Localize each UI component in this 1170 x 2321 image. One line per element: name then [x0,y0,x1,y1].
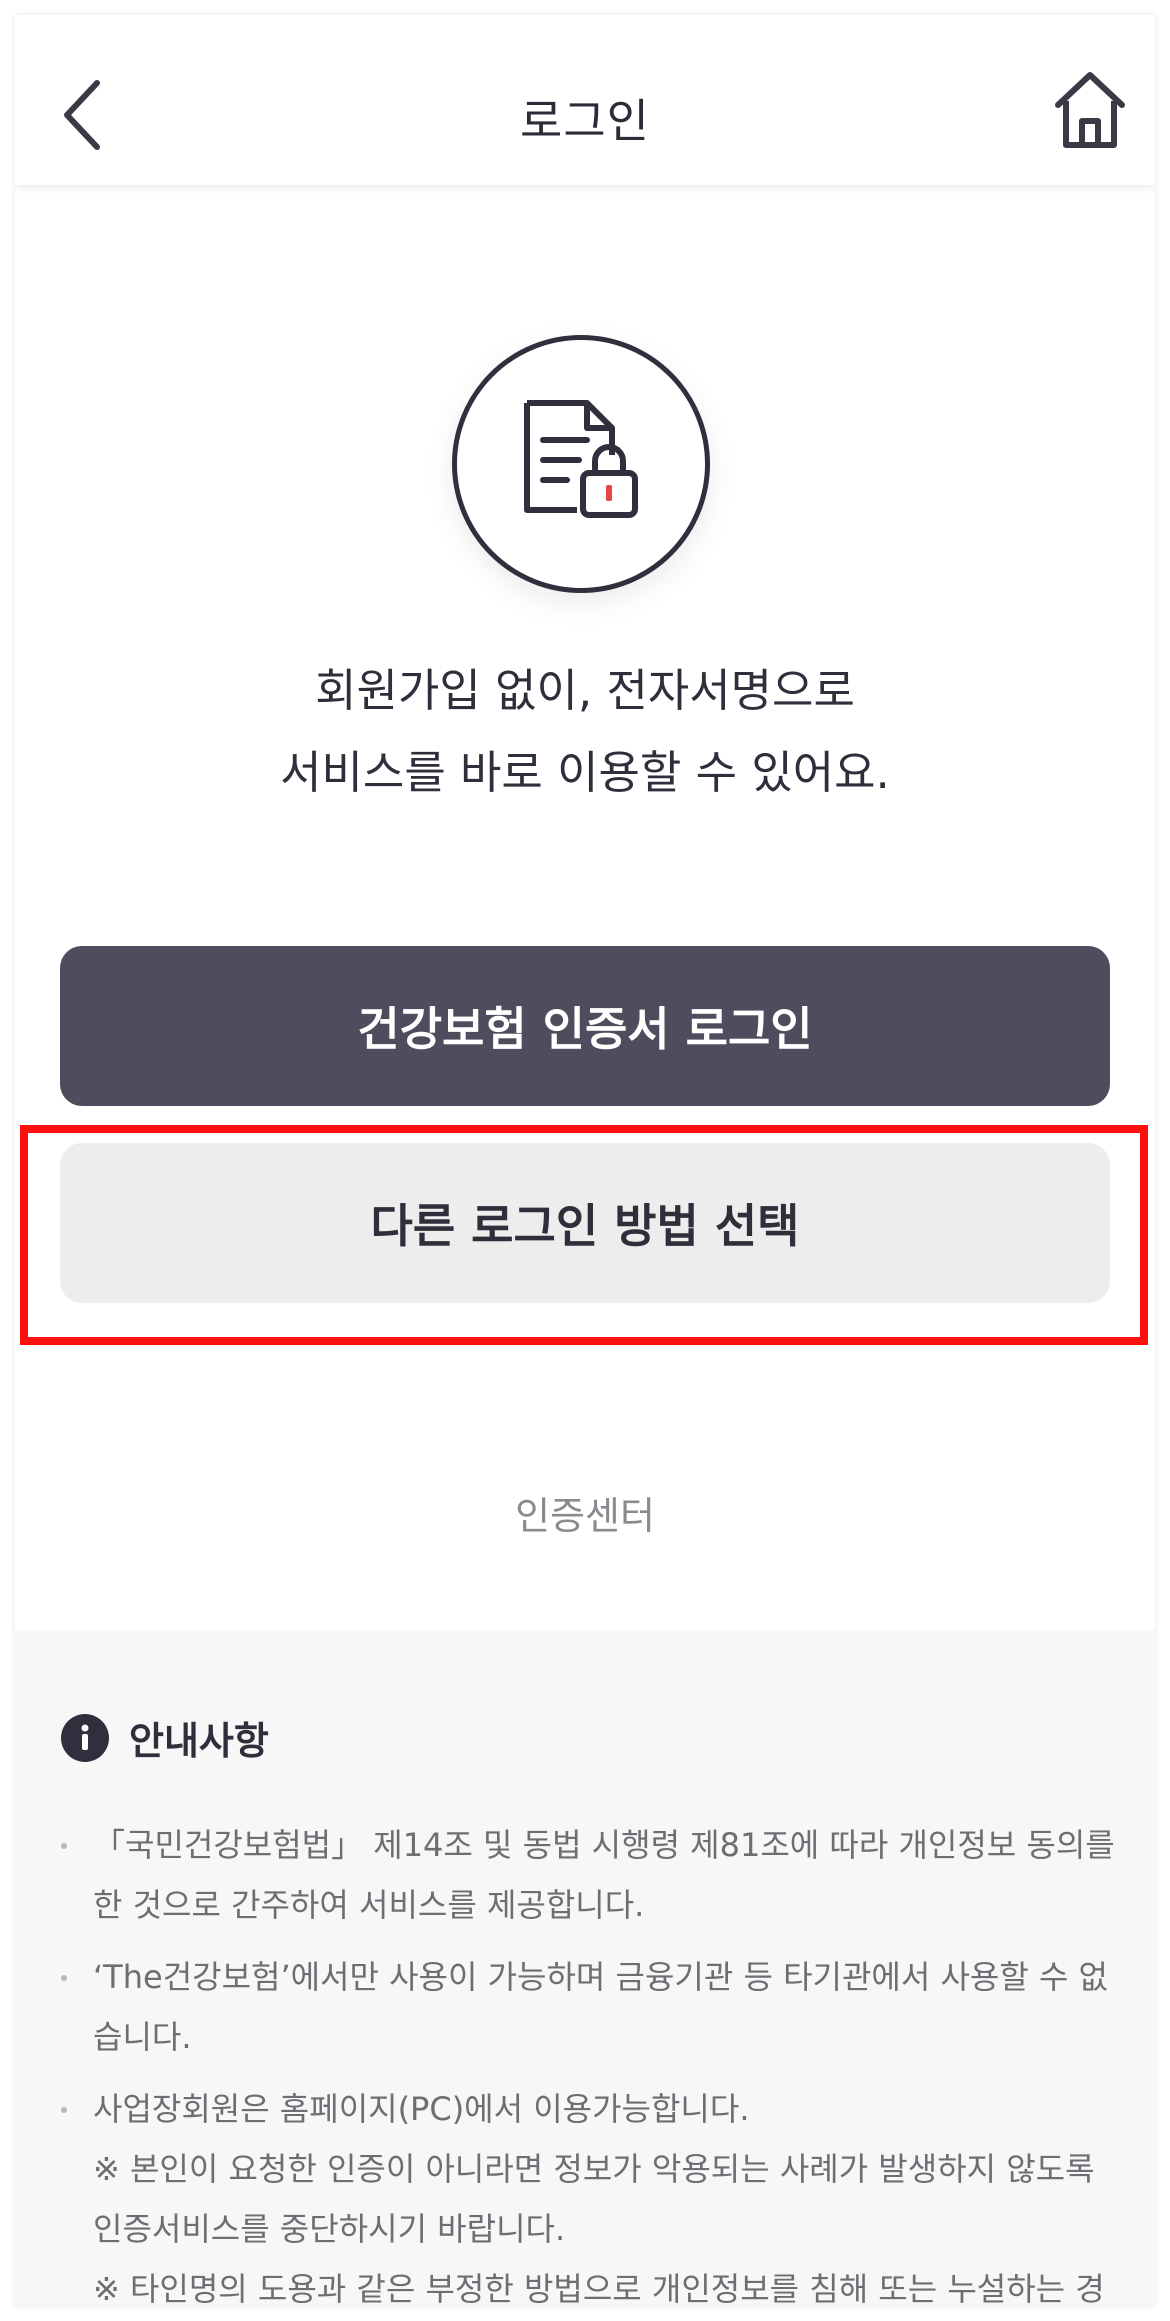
certificate-login-button[interactable]: 건강보험 인증서 로그인 [60,946,1110,1106]
notice-section: 안내사항 「국민건강보험법」 제14조 및 동법 시행령 제81조에 따라 개인… [15,1630,1155,2306]
headline-line-1: 회원가입 없이, 전자서명으로 [315,664,855,717]
notice-heading: 안내사항 [61,1710,269,1765]
notice-subnote: ※ 본인이 요청한 인증이 아니라면 정보가 악용되는 사례가 발생하지 않도록… [93,2150,1095,2248]
bullet-dot [61,1843,67,1849]
login-screen: 로그인 회원가입 없이, 전자서명으로 서비스를 바로 이용할 수 있어요. 건… [15,15,1155,2306]
notice-list: 「국민건강보험법」 제14조 및 동법 시행령 제81조에 따라 개인정보 동의… [61,1815,1121,2306]
certificate-emblem [452,335,710,593]
other-login-method-button[interactable]: 다른 로그인 방법 선택 [60,1143,1110,1303]
page-title: 로그인 [520,94,650,148]
notice-title: 안내사항 [129,1719,269,1763]
notice-text: ‘The건강보험’에서만 사용이 가능하며 금융기관 등 타기관에서 사용할 수… [93,1958,1108,2056]
home-button[interactable] [1050,65,1130,155]
bullet-dot [61,2107,67,2113]
headline-line-2: 서비스를 바로 이용할 수 있어요. [280,746,890,799]
notice-text: 사업장회원은 홈페이지(PC)에서 이용가능합니다. [93,2090,750,2128]
document-lock-icon [524,400,638,518]
bullet-dot [61,1975,67,1981]
notice-item: 「국민건강보험법」 제14조 및 동법 시행령 제81조에 따라 개인정보 동의… [61,1815,1121,1935]
notice-subnote: ※ 타인명의 도용과 같은 부정한 방법으로 개인정보를 침해 또는 누설하는 … [93,2270,1105,2306]
notice-item: 사업장회원은 홈페이지(PC)에서 이용가능합니다. ※ 본인이 요청한 인증이… [61,2079,1121,2306]
notice-item: ‘The건강보험’에서만 사용이 가능하며 금융기관 등 타기관에서 사용할 수… [61,1947,1121,2067]
header-bar: 로그인 [15,15,1155,185]
notice-text: 「국민건강보험법」 제14조 및 동법 시행령 제81조에 따라 개인정보 동의… [93,1826,1115,1924]
auth-center-link[interactable]: 인증센터 [15,1485,1155,1540]
info-icon [61,1713,109,1762]
home-icon [1055,72,1125,148]
